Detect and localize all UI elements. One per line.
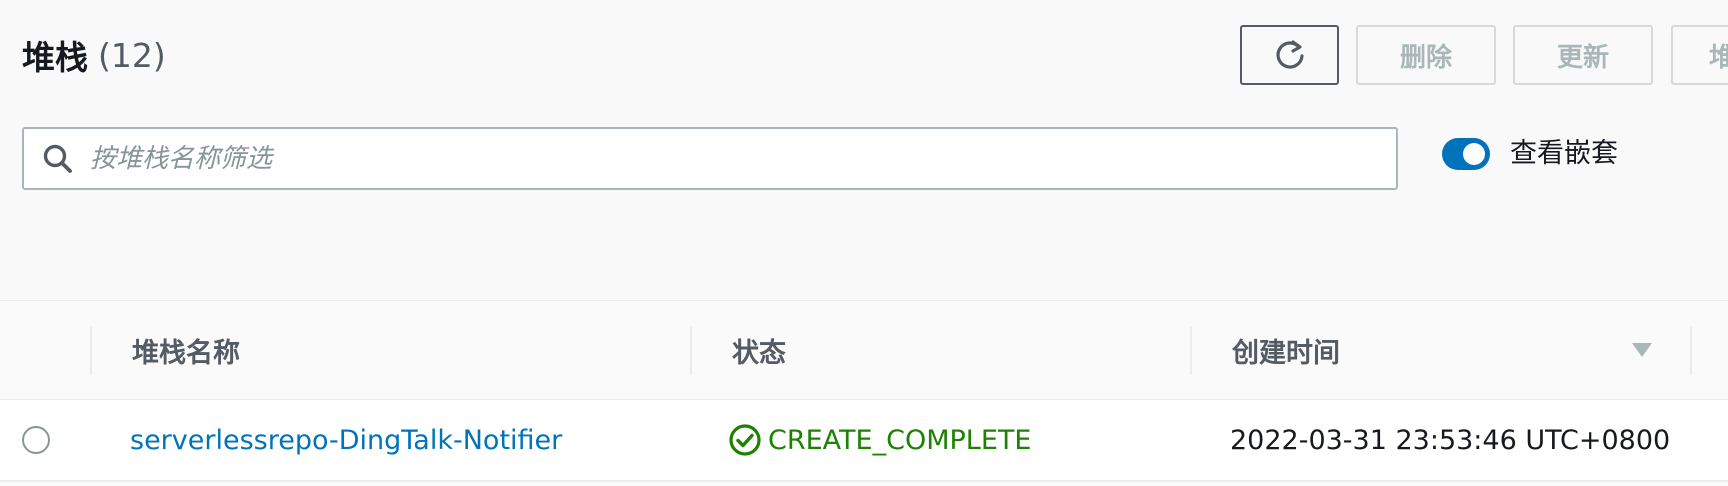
stacks-table: 堆栈名称 状态 创建时间 serverlessrepo-DingTalk-Not… [0, 300, 1728, 482]
update-button[interactable]: 更新 [1513, 25, 1653, 85]
column-divider [690, 327, 692, 375]
column-divider [90, 327, 92, 375]
search-input[interactable] [88, 132, 1372, 185]
search-icon [38, 139, 78, 179]
check-circle-icon [728, 423, 762, 457]
sort-descending-icon[interactable] [1630, 341, 1654, 359]
toggle-knob [1463, 143, 1485, 165]
status-text: CREATE_COMPLETE [768, 424, 1032, 456]
stack-count: (12) [98, 35, 166, 75]
row-select-radio[interactable] [22, 426, 50, 454]
column-divider [1690, 327, 1692, 375]
table-row[interactable]: serverlessrepo-DingTalk-Notifier CREATE_… [0, 400, 1728, 482]
view-nested-toggle[interactable] [1442, 138, 1490, 170]
page-title: 堆栈 [22, 38, 88, 77]
view-nested-label: 查看嵌套 [1510, 138, 1618, 169]
stacks-page: 堆栈 (12) 删除 更新 堆 查看嵌套 堆栈名称 状态 创 [0, 0, 1728, 486]
stack-name-link[interactable]: serverlessrepo-DingTalk-Notifier [130, 425, 562, 456]
column-divider [1190, 327, 1192, 375]
table-header: 堆栈名称 状态 创建时间 [0, 300, 1728, 400]
refresh-button[interactable] [1240, 25, 1339, 85]
column-header-stack-name[interactable]: 堆栈名称 [132, 301, 240, 399]
created-time: 2022-03-31 23:53:46 UTC+0800 [1230, 424, 1671, 456]
search-box[interactable] [22, 127, 1398, 190]
stack-actions-button[interactable]: 堆 [1671, 25, 1728, 85]
column-header-created-time[interactable]: 创建时间 [1232, 301, 1340, 399]
refresh-icon [1275, 40, 1304, 69]
page-header: 堆栈 (12) [22, 30, 166, 80]
delete-button[interactable]: 删除 [1356, 25, 1496, 85]
column-header-status[interactable]: 状态 [732, 301, 786, 399]
status-cell: CREATE_COMPLETE [728, 400, 1031, 480]
